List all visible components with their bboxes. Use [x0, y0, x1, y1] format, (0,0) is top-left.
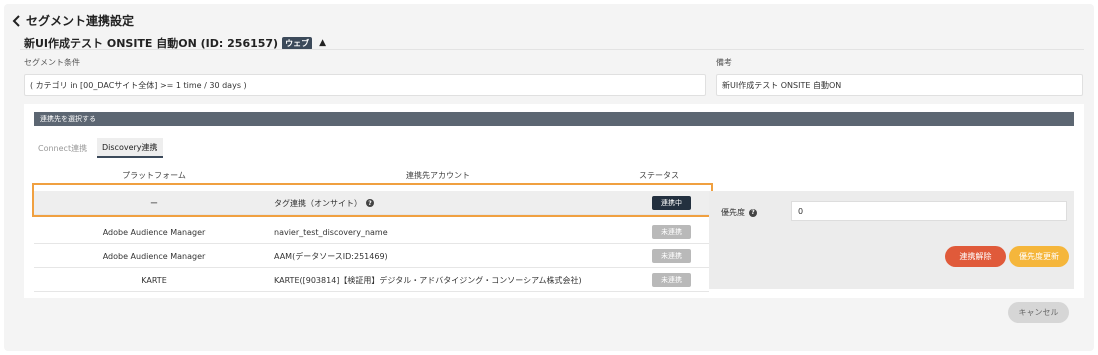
update-priority-button[interactable]: 優先度更新	[1009, 246, 1069, 267]
column-status: ステータス	[639, 171, 679, 180]
segment-condition-field[interactable]: ( カテゴリ in [00_DACサイト全体] >= 1 time / 30 d…	[24, 74, 706, 96]
memo-label: 備考	[716, 58, 732, 67]
tab-connect[interactable]: Connect連携	[33, 138, 92, 158]
memo-field[interactable]: 新UI作成テスト ONSITE 自動ON	[716, 74, 1083, 96]
back-arrow-icon[interactable]	[12, 14, 22, 27]
chevron-up-icon[interactable]: ▲	[319, 38, 326, 48]
column-platform: プラットフォーム	[122, 171, 186, 180]
table-row[interactable]: Adobe Audience Manager AAM(データソースID:2514…	[34, 244, 709, 268]
help-icon[interactable]: ?	[749, 208, 757, 217]
platform-cell: KARTE	[141, 275, 167, 285]
web-badge: ウェブ	[282, 36, 313, 50]
detail-pane: 優先度 ? 0 連携解除 優先度更新	[709, 191, 1074, 289]
priority-input[interactable]: 0	[791, 201, 1067, 221]
title-row: セグメント連携設定	[12, 12, 134, 29]
table-row[interactable]: Adobe Audience Manager navier_test_disco…	[34, 220, 709, 244]
column-account: 連携先アカウント	[406, 171, 470, 180]
page-title: セグメント連携設定	[26, 14, 135, 28]
unlink-button[interactable]: 連携解除	[945, 246, 1006, 267]
platform-cell: Adobe Audience Manager	[102, 251, 206, 261]
segment-condition-label: セグメント条件	[24, 58, 80, 67]
divider	[20, 49, 1084, 50]
status-badge[interactable]: 未連携	[652, 273, 691, 287]
status-badge[interactable]: 未連携	[652, 225, 691, 239]
account-cell: AAM(データソースID:251469)	[274, 251, 388, 261]
panel-header: 連携先を選択する	[34, 112, 1074, 126]
priority-label-wrap: 優先度 ?	[721, 207, 757, 218]
tab-discovery[interactable]: Discovery連携	[97, 138, 163, 158]
status-cell: 未連携	[634, 220, 709, 244]
priority-label: 優先度	[721, 208, 745, 217]
status-cell: 未連携	[634, 268, 709, 292]
status-badge[interactable]: 未連携	[652, 249, 691, 263]
status-cell: 未連携	[634, 244, 709, 268]
cancel-button[interactable]: キャンセル	[1008, 302, 1069, 323]
selected-row-highlight	[32, 183, 713, 217]
table-row[interactable]: KARTE KARTE([903814]【検証用】デジタル・アドバタイジング・コ…	[34, 268, 709, 292]
platform-cell: Adobe Audience Manager	[102, 227, 206, 237]
account-cell: navier_test_discovery_name	[274, 227, 388, 237]
account-cell: KARTE([903814]【検証用】デジタル・アドバタイジング・コンソーシアム…	[274, 275, 582, 285]
